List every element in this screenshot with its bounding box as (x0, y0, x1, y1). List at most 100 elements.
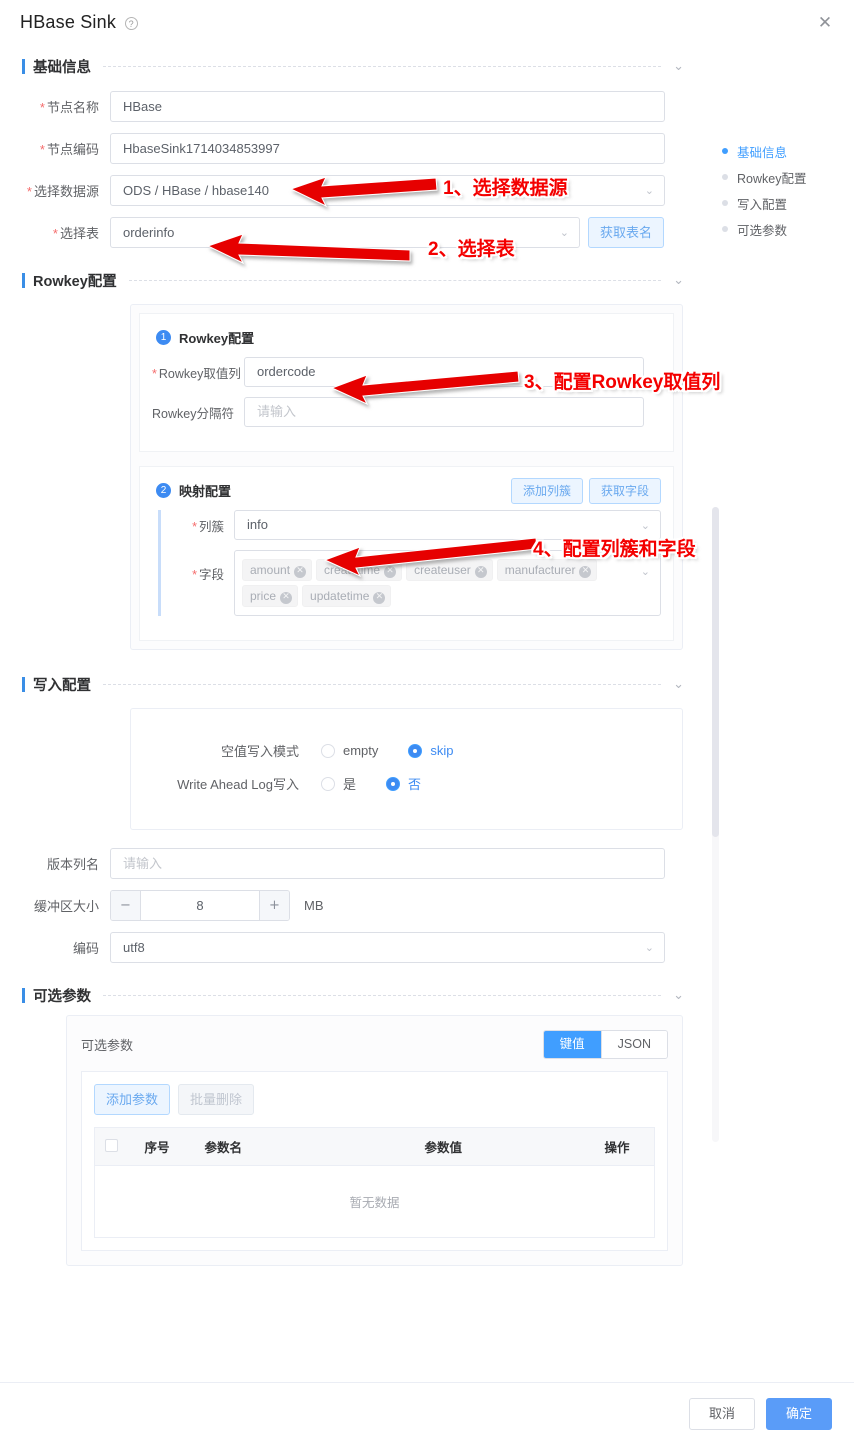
add-param-button[interactable]: 添加参数 (94, 1084, 171, 1115)
label-encoding: 编码 (72, 941, 99, 956)
field-tag[interactable]: price ✕ (242, 585, 299, 607)
buffer-size-stepper[interactable]: − 8 + (110, 890, 290, 921)
optional-params-table: 序号 参数名 参数值 操作 暂无数据 (94, 1127, 655, 1238)
optional-params-card: 可选参数 键值 JSON 添加参数 批量删除 序号 参数名 参数值 操作 暂无数… (66, 1015, 683, 1266)
label-node-code: * 节点编码 (39, 142, 99, 157)
confirm-button[interactable]: 确定 (765, 1397, 832, 1430)
section-accent-bar (22, 272, 25, 288)
section-title-basic: 基础信息 (33, 59, 91, 76)
radio-null-empty[interactable]: empty (321, 743, 378, 758)
vertical-scrollbar[interactable] (712, 507, 719, 1142)
field-row-node-name: * 节点名称 HBase (0, 91, 700, 122)
control-buffer-size: − 8 + MB (110, 890, 324, 921)
field-tag[interactable]: manufacturer ✕ (496, 559, 598, 581)
select-all-checkbox[interactable] (105, 1138, 118, 1152)
column-family-select[interactable]: info ⌄ (234, 510, 661, 540)
chevron-down-icon[interactable]: ⌄ (673, 988, 684, 1003)
chevron-down-icon: ⌄ (644, 184, 654, 197)
step-number-badge: 1 (156, 330, 171, 345)
label-datasource: * 选择数据源 (26, 184, 99, 199)
close-icon[interactable]: ✕ (814, 12, 836, 34)
node-code-input[interactable]: HbaseSink1714034853997 (110, 133, 665, 164)
close-icon[interactable]: ✕ (384, 566, 397, 578)
tab-json[interactable]: JSON (600, 1031, 667, 1058)
mapping-card-actions: 添加列簇 获取字段 (505, 478, 661, 504)
rowkey-separator-input[interactable]: 请输入 (244, 397, 644, 427)
buffer-size-value[interactable]: 8 (141, 891, 259, 920)
control-datasource: ODS / HBase / hbase140 ⌄ (110, 175, 665, 206)
field-tag[interactable]: amount ✕ (242, 559, 313, 581)
label-table: * 选择表 (52, 226, 99, 241)
field-tag-label: price (250, 589, 277, 603)
anchor-item-write[interactable]: 写入配置 (722, 190, 842, 216)
datasource-value: ODS / HBase / hbase140 (123, 183, 269, 198)
chevron-down-icon: ⌄ (640, 566, 650, 578)
section-divider (103, 65, 662, 67)
field-row-buffer-size: 缓冲区大小 − 8 + MB (0, 890, 700, 921)
dialog-footer: 取消 确定 (0, 1382, 854, 1444)
radio-label-skip: skip (430, 743, 454, 758)
cancel-button[interactable]: 取消 (688, 1397, 755, 1430)
field-row-rowkey-separator: Rowkey分隔符 请输入 (152, 397, 661, 427)
fetch-table-name-button[interactable]: 获取表名 (588, 217, 665, 248)
required-star: * (39, 100, 45, 115)
close-icon[interactable]: ✕ (280, 592, 293, 604)
fields-multiselect[interactable]: amount ✕ createtime ✕ createuser ✕ manufacture… (234, 550, 661, 616)
anchor-label: 基础信息 (737, 145, 788, 160)
field-row-version-column: 版本列名 请输入 (0, 848, 700, 879)
optional-params-toolbar: 添加参数 批量删除 (94, 1084, 655, 1115)
mapping-config-card: 2 映射配置 添加列簇 获取字段 * 列簇 info ⌄ * 字段 amount… (139, 466, 674, 641)
chevron-down-icon: ⌄ (559, 226, 569, 239)
radio-dot (408, 743, 423, 758)
section-header-optional[interactable]: 可选参数 ⌄ (22, 981, 684, 1009)
encoding-select[interactable]: utf8 ⌄ (110, 932, 665, 963)
label-column-family: * 列簇 (192, 519, 224, 534)
field-tag[interactable]: updatetime ✕ (302, 585, 392, 607)
close-icon[interactable]: ✕ (294, 566, 307, 578)
section-header-write[interactable]: 写入配置 ⌄ (22, 670, 684, 698)
scrollbar-thumb[interactable] (712, 507, 719, 837)
field-tag[interactable]: createtime ✕ (316, 559, 403, 581)
label-fields: * 字段 (192, 568, 224, 582)
section-title-rowkey: Rowkey配置 (33, 273, 117, 290)
radio-dot (386, 776, 401, 791)
minus-icon[interactable]: − (111, 891, 141, 920)
radio-label-empty: empty (343, 743, 379, 758)
control-version-column: 请输入 (110, 848, 665, 879)
column-family-value: info (247, 517, 268, 532)
version-column-input[interactable]: 请输入 (110, 848, 665, 879)
section-header-basic[interactable]: 基础信息 ⌄ (22, 52, 684, 80)
section-divider (128, 279, 662, 281)
radio-wal-no[interactable]: 否 (386, 774, 421, 793)
tab-key-value[interactable]: 键值 (543, 1031, 601, 1058)
node-name-input[interactable]: HBase (110, 91, 665, 122)
rowkey-column-input[interactable]: ordercode (244, 357, 644, 387)
chevron-down-icon[interactable]: ⌄ (673, 273, 684, 288)
form-column: 基础信息 ⌄ * 节点名称 HBase * 节点编码 HbaseSink171403… (0, 52, 700, 1266)
fetch-fields-button[interactable]: 获取字段 (588, 478, 661, 504)
table-empty-row: 暂无数据 (95, 1166, 655, 1238)
anchor-item-rowkey[interactable]: Rowkey配置 (722, 164, 842, 190)
close-icon[interactable]: ✕ (373, 592, 386, 604)
section-header-rowkey[interactable]: Rowkey配置 ⌄ (22, 266, 684, 294)
th-param-name: 参数名 (194, 1127, 415, 1166)
question-icon[interactable]: ? (124, 17, 138, 30)
close-icon[interactable]: ✕ (474, 566, 487, 578)
anchor-item-basic[interactable]: 基础信息 (722, 138, 842, 164)
anchor-dot (722, 200, 728, 206)
chevron-down-icon[interactable]: ⌄ (673, 677, 684, 692)
datasource-select[interactable]: ODS / HBase / hbase140 ⌄ (110, 175, 665, 206)
table-select[interactable]: orderinfo ⌄ (110, 217, 580, 248)
required-star: * (192, 568, 197, 582)
radio-wal-yes[interactable]: 是 (321, 774, 356, 793)
field-tag[interactable]: createuser ✕ (406, 559, 493, 581)
plus-icon[interactable]: + (259, 891, 289, 920)
radio-null-skip[interactable]: skip (408, 743, 454, 758)
close-icon[interactable]: ✕ (579, 566, 592, 578)
add-column-family-button[interactable]: 添加列簇 (510, 478, 583, 504)
anchor-label: Rowkey配置 (737, 171, 807, 186)
chevron-down-icon[interactable]: ⌄ (673, 59, 684, 74)
anchor-item-optional[interactable]: 可选参数 (722, 216, 842, 242)
field-row-datasource: * 选择数据源 ODS / HBase / hbase140 ⌄ (0, 175, 700, 206)
empty-state-text: 暂无数据 (349, 1196, 400, 1210)
